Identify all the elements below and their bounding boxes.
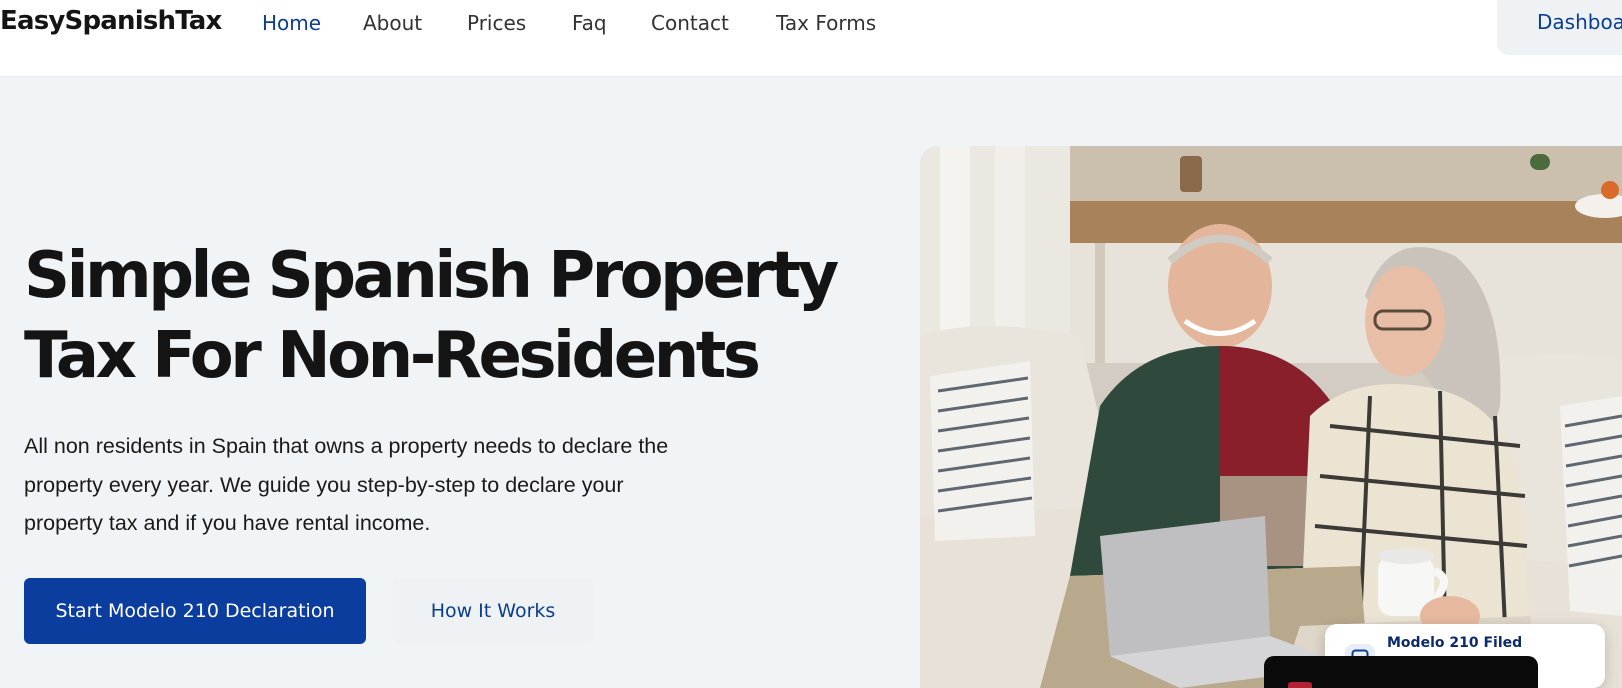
nav-prices[interactable]: Prices — [467, 11, 526, 35]
dashboard-button[interactable]: Dashboa — [1497, 0, 1622, 55]
hero-title-line: Simple Spanish Property — [24, 239, 839, 313]
hero-title-line: Tax For Non-Residents — [24, 319, 761, 393]
nav-tax-forms[interactable]: Tax Forms — [776, 11, 876, 35]
hero-description: All non residents in Spain that owns a p… — [24, 427, 724, 543]
hero-description-line: property tax and if you have rental inco… — [24, 511, 431, 535]
hero-description-line: property every year. We guide you step-b… — [24, 472, 624, 497]
nav-faq[interactable]: Faq — [572, 11, 607, 35]
hero-description-line: All non residents in Spain that owns a p… — [24, 434, 669, 458]
nav-contact[interactable]: Contact — [651, 11, 729, 35]
modelo-filed-label: Modelo 210 Filed — [1387, 635, 1523, 651]
nav-about[interactable]: About — [363, 11, 422, 35]
us-flag-icon — [1288, 682, 1312, 688]
how-it-works-button[interactable]: How It Works — [393, 578, 593, 644]
hero-photo — [920, 146, 1622, 688]
site-logo[interactable]: EasySpanishTax — [0, 6, 222, 36]
hero-title: Simple Spanish Property Tax For Non-Resi… — [24, 236, 844, 396]
site-header: EasySpanishTax Home About Prices Faq Con… — [0, 0, 1622, 77]
start-declaration-button[interactable]: Start Modelo 210 Declaration — [24, 578, 366, 644]
language-card[interactable] — [1264, 656, 1538, 688]
nav-home[interactable]: Home — [262, 11, 321, 35]
